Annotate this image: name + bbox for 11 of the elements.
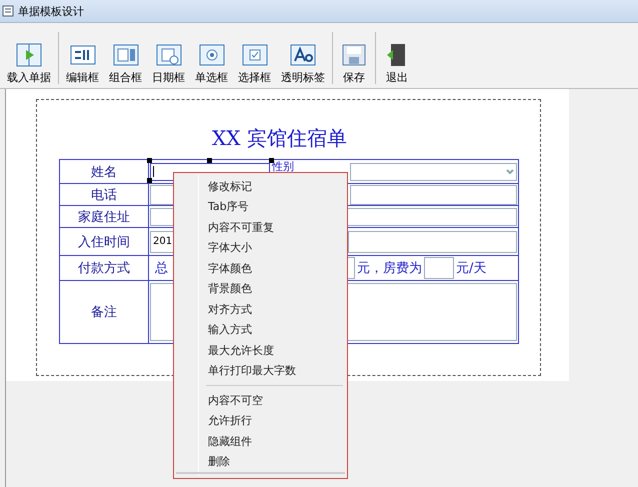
row-label: 家庭住址 bbox=[60, 206, 149, 228]
row-label: 电话 bbox=[60, 184, 149, 206]
row-label: 付款方式 bbox=[60, 256, 149, 281]
form-title: XX 宾馆住宿单 bbox=[212, 125, 347, 152]
row-label: 备注 bbox=[60, 281, 149, 343]
window-title: 单据模板设计 bbox=[18, 4, 84, 18]
payment-text: 元，房费为 bbox=[357, 260, 422, 277]
payment-text: 元/天 bbox=[456, 260, 486, 277]
row-label: 入住时间 bbox=[60, 228, 149, 256]
payment-text: 总 bbox=[155, 260, 168, 277]
field-label: 性别 bbox=[272, 161, 294, 173]
